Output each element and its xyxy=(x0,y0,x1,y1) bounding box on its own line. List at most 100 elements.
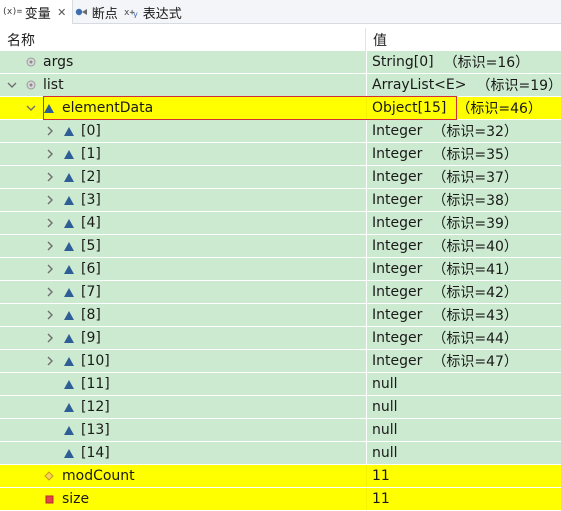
table-row[interactable]: list ArrayList<E> （标识=19） xyxy=(0,74,561,97)
name-cell[interactable]: [5] xyxy=(0,235,366,257)
variable-name: [14] xyxy=(81,445,110,461)
table-row[interactable]: [8] Integer （标识=43） xyxy=(0,304,561,327)
chevron-right-icon[interactable] xyxy=(44,330,56,346)
static-field-icon xyxy=(25,56,37,68)
variable-value: 11 xyxy=(372,468,390,484)
value-cell[interactable]: 11 xyxy=(366,465,561,487)
table-row[interactable]: modCount 11 xyxy=(0,465,561,488)
object-id: （标识=19） xyxy=(476,78,561,94)
chevron-right-icon[interactable] xyxy=(44,215,56,231)
name-cell[interactable]: [12] xyxy=(0,396,366,418)
table-row[interactable]: [4] Integer （标识=39） xyxy=(0,212,561,235)
column-header-name[interactable]: 名称 xyxy=(0,28,366,51)
chevron-right-icon[interactable] xyxy=(44,238,56,254)
name-cell[interactable]: [2] xyxy=(0,166,366,188)
chevron-right-icon[interactable] xyxy=(44,192,56,208)
name-cell[interactable]: size xyxy=(0,488,366,510)
object-id: （标识=44） xyxy=(432,331,518,347)
name-cell[interactable]: modCount xyxy=(0,465,366,487)
value-cell[interactable]: null xyxy=(366,373,561,395)
variable-name: size xyxy=(62,491,90,507)
variable-value: Integer xyxy=(372,192,423,208)
value-cell[interactable]: Integer （标识=44） xyxy=(366,327,561,349)
table-row[interactable]: [2] Integer （标识=37） xyxy=(0,166,561,189)
table-row[interactable]: [9] Integer （标识=44） xyxy=(0,327,561,350)
table-row[interactable]: [5] Integer （标识=40） xyxy=(0,235,561,258)
name-cell[interactable]: elementData xyxy=(0,97,366,119)
variable-name: [11] xyxy=(81,376,110,392)
chevron-right-icon[interactable] xyxy=(44,353,56,369)
chevron-right-icon[interactable] xyxy=(44,123,56,139)
name-cell[interactable]: [7] xyxy=(0,281,366,303)
table-row[interactable]: [14] null xyxy=(0,442,561,465)
table-row[interactable]: args String[0] （标识=16） xyxy=(0,51,561,74)
table-row[interactable]: [0] Integer （标识=32） xyxy=(0,120,561,143)
chevron-right-icon[interactable] xyxy=(44,169,56,185)
tab-breakpoints[interactable]: 断点 xyxy=(73,0,122,24)
array-element-icon xyxy=(43,102,55,114)
close-icon[interactable]: ✕ xyxy=(56,6,68,19)
value-cell[interactable]: null xyxy=(366,396,561,418)
object-id: （标识=43） xyxy=(432,308,518,324)
chevron-down-icon[interactable] xyxy=(6,77,18,93)
name-cell[interactable]: [4] xyxy=(0,212,366,234)
value-cell[interactable]: Integer （标识=37） xyxy=(366,166,561,188)
variable-name: [9] xyxy=(81,330,101,346)
table-row[interactable]: [13] null xyxy=(0,419,561,442)
variable-value: 11 xyxy=(372,491,390,507)
value-cell[interactable]: String[0] （标识=16） xyxy=(366,51,561,73)
variable-name: list xyxy=(43,77,64,93)
value-cell[interactable]: 11 xyxy=(366,488,561,510)
value-cell[interactable]: Object[15] （标识=46） xyxy=(366,97,561,119)
name-cell[interactable]: [1] xyxy=(0,143,366,165)
name-cell[interactable]: [0] xyxy=(0,120,366,142)
column-header-value[interactable]: 值 xyxy=(366,28,561,51)
tab-expressions[interactable]: x+ y 表达式 xyxy=(122,0,186,24)
table-row[interactable]: elementData Object[15] （标识=46） xyxy=(0,97,561,120)
value-cell[interactable]: Integer （标识=41） xyxy=(366,258,561,280)
value-cell[interactable]: Integer （标识=42） xyxy=(366,281,561,303)
name-cell[interactable]: [6] xyxy=(0,258,366,280)
table-row[interactable]: [12] null xyxy=(0,396,561,419)
chevron-right-icon[interactable] xyxy=(44,307,56,323)
name-cell[interactable]: [10] xyxy=(0,350,366,372)
table-row[interactable]: [1] Integer （标识=35） xyxy=(0,143,561,166)
variable-name: args xyxy=(43,54,74,70)
name-cell[interactable]: [14] xyxy=(0,442,366,464)
value-cell[interactable]: null xyxy=(366,419,561,441)
chevron-right-icon[interactable] xyxy=(44,284,56,300)
table-row[interactable]: [11] null xyxy=(0,373,561,396)
name-cell[interactable]: list xyxy=(0,74,366,96)
value-cell[interactable]: Integer （标识=40） xyxy=(366,235,561,257)
name-cell[interactable]: args xyxy=(0,51,366,73)
chevron-right-icon[interactable] xyxy=(44,261,56,277)
array-element-icon xyxy=(63,309,75,321)
tab-variables[interactable]: (x)= 变量 ✕ xyxy=(0,0,73,24)
variable-value: Integer xyxy=(372,284,423,300)
value-cell[interactable]: Integer （标识=35） xyxy=(366,143,561,165)
value-cell[interactable]: Integer （标识=43） xyxy=(366,304,561,326)
table-row[interactable]: [3] Integer （标识=38） xyxy=(0,189,561,212)
table-row[interactable]: [7] Integer （标识=42） xyxy=(0,281,561,304)
name-cell[interactable]: [13] xyxy=(0,419,366,441)
value-cell[interactable]: null xyxy=(366,442,561,464)
name-cell[interactable]: [11] xyxy=(0,373,366,395)
name-cell[interactable]: [3] xyxy=(0,189,366,211)
object-id: （标识=37） xyxy=(432,170,518,186)
chevron-down-icon[interactable] xyxy=(25,100,37,116)
chevron-right-icon[interactable] xyxy=(44,146,56,162)
table-row[interactable]: size 11 xyxy=(0,488,561,511)
array-element-icon xyxy=(63,424,75,436)
value-cell[interactable]: Integer （标识=32） xyxy=(366,120,561,142)
value-cell[interactable]: Integer （标识=39） xyxy=(366,212,561,234)
variable-name: [7] xyxy=(81,284,101,300)
value-cell[interactable]: ArrayList<E> （标识=19） xyxy=(366,74,561,96)
value-cell[interactable]: Integer （标识=47） xyxy=(366,350,561,372)
name-cell[interactable]: [9] xyxy=(0,327,366,349)
table-row[interactable]: [10] Integer （标识=47） xyxy=(0,350,561,373)
object-id: （标识=35） xyxy=(432,147,518,163)
expressions-icon: x+ y xyxy=(124,6,140,18)
name-cell[interactable]: [8] xyxy=(0,304,366,326)
table-row[interactable]: [6] Integer （标识=41） xyxy=(0,258,561,281)
value-cell[interactable]: Integer （标识=38） xyxy=(366,189,561,211)
